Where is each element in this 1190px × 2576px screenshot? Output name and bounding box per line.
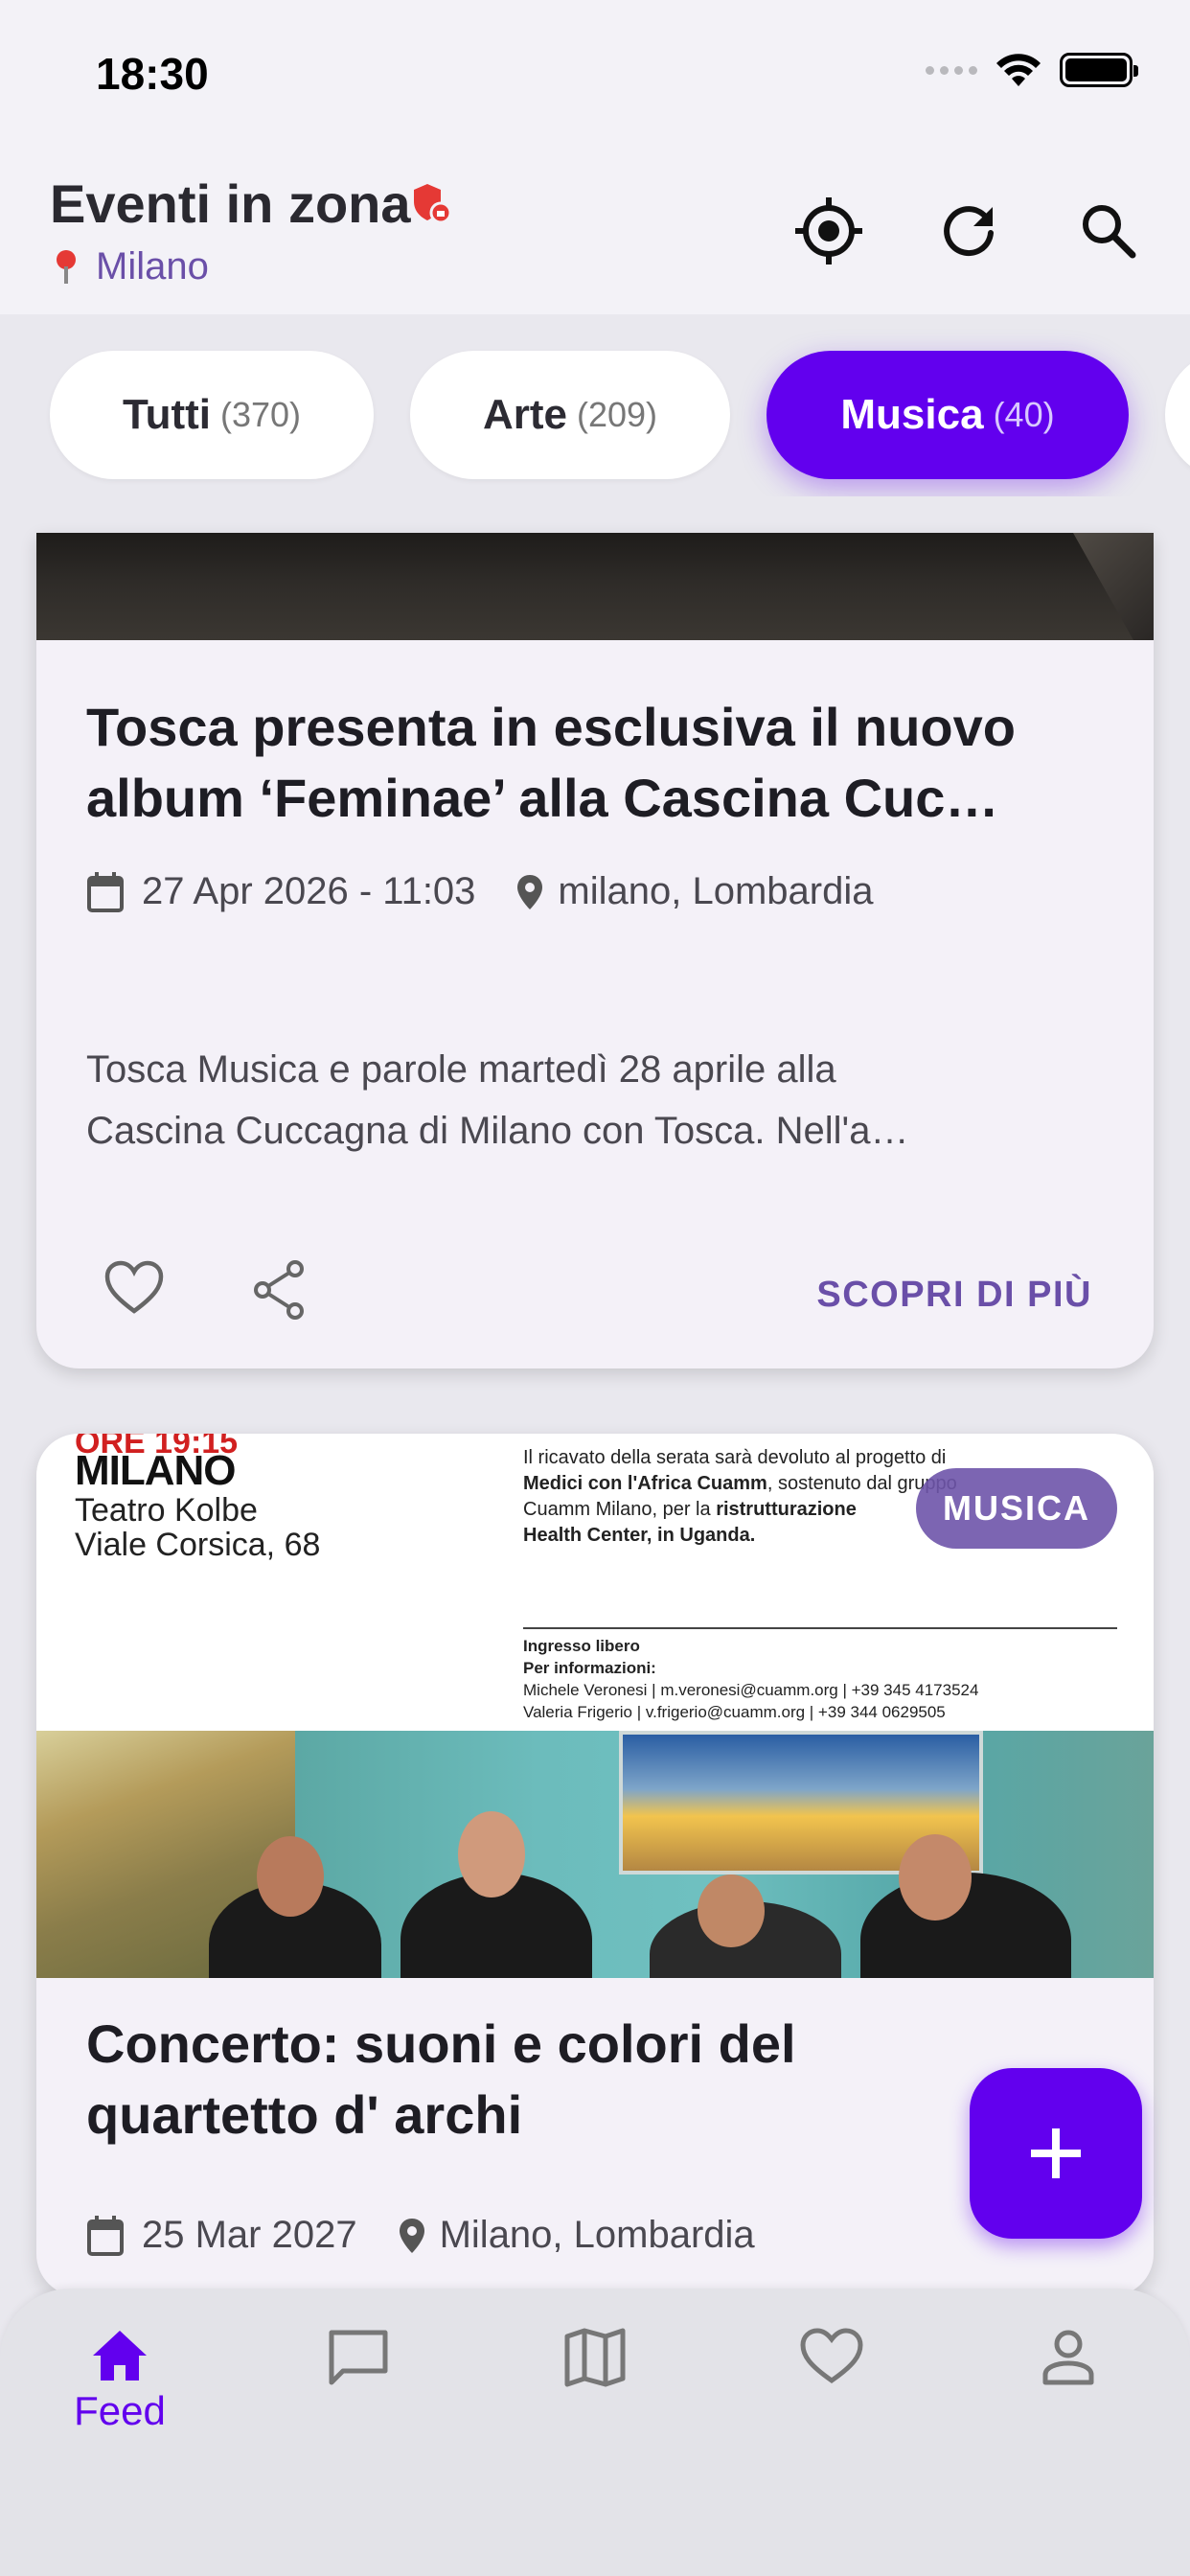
event-meta: 25 Mar 2027 Milano, Lombardia [86, 2214, 755, 2257]
chip-label: Arte [482, 391, 567, 438]
app-header: Eventi in zona Milano [0, 153, 1190, 314]
filter-chip-arte[interactable]: Arte (209) [410, 351, 730, 479]
pin-icon [57, 249, 76, 284]
poster-divider [523, 1627, 1117, 1629]
share-button[interactable] [251, 1259, 309, 1325]
filter-chip-tutti[interactable]: Tutti (370) [50, 351, 374, 479]
map-icon [564, 2328, 626, 2387]
event-photo [36, 1731, 1154, 1978]
status-bar: 18:30 [0, 0, 1190, 153]
chip-count: (40) [993, 395, 1055, 434]
chip-count: (370) [219, 395, 302, 434]
event-title: Concerto: suoni e colori del quartetto d… [86, 2013, 796, 2145]
search-button[interactable] [1065, 188, 1152, 274]
nav-item-map[interactable] [518, 2327, 672, 2388]
nav-label: Feed [74, 2388, 166, 2433]
status-icons [926, 52, 1138, 88]
nav-item-feed[interactable]: Feed [43, 2327, 196, 2434]
plus-icon [1031, 2128, 1081, 2178]
event-image [36, 533, 1154, 640]
location-pin-icon [399, 2218, 424, 2253]
wifi-icon [996, 54, 1041, 86]
location-selector[interactable]: Milano [54, 245, 209, 288]
signal-icon [926, 65, 977, 75]
location-label: Milano [96, 245, 209, 288]
locate-icon [795, 197, 862, 264]
nav-item-profile[interactable] [992, 2327, 1145, 2386]
event-location: milano, Lombardia [558, 870, 874, 912]
discover-more-button[interactable]: SCOPRI DI PIÙ [816, 1275, 1092, 1316]
poster-info: Ingresso libero Per informazioni: Michel… [523, 1637, 979, 1721]
poster-city: MILANO [75, 1447, 237, 1494]
refresh-icon [944, 206, 994, 257]
event-title: Tosca presenta in esclusiva il nuovo alb… [86, 697, 1016, 828]
favorite-button[interactable] [103, 1259, 165, 1322]
nav-item-favorites[interactable] [755, 2327, 908, 2386]
event-date: 27 Apr 2026 - 11:03 [142, 870, 476, 912]
add-event-button[interactable] [970, 2068, 1142, 2239]
home-icon [93, 2331, 147, 2380]
event-description: Tosca Musica e parole martedì 28 aprile … [86, 1048, 909, 1152]
location-pin-icon [517, 874, 543, 909]
refresh-button[interactable] [926, 188, 1012, 274]
event-card[interactable]: Tosca presenta in esclusiva il nuovo alb… [36, 533, 1154, 1368]
chat-icon [329, 2330, 388, 2385]
category-badge: MUSICA [916, 1468, 1117, 1549]
event-poster: ORE 19:15 MILANO Teatro Kolbe Viale Cors… [36, 1434, 1154, 1731]
heart-outline-icon [104, 1260, 164, 1314]
search-icon [1083, 205, 1136, 259]
filter-chip-next[interactable] [1165, 351, 1190, 479]
profile-icon [1042, 2330, 1094, 2385]
bottom-navigation: Feed [0, 2288, 1190, 2576]
filter-chip-musica[interactable]: Musica (40) [767, 351, 1129, 479]
page-title: Eventi in zona [50, 173, 411, 234]
chip-label: Tutti [122, 391, 211, 438]
header-actions [786, 188, 1152, 274]
alert-badge-icon [414, 184, 452, 224]
calendar-icon [87, 2215, 124, 2256]
nav-item-chat[interactable] [282, 2327, 435, 2388]
calendar-icon [87, 871, 124, 912]
card-actions: SCOPRI DI PIÙ [36, 1248, 1154, 1344]
filter-chips: Tutti (370) Arte (209) Musica (40) [0, 314, 1190, 496]
status-time: 18:30 [96, 49, 209, 99]
share-icon [254, 1260, 304, 1320]
event-meta: 27 Apr 2026 - 11:03 milano, Lombardia [86, 870, 873, 913]
event-date: 25 Mar 2027 [142, 2214, 357, 2256]
chip-count: (209) [576, 395, 658, 434]
heart-icon [800, 2328, 863, 2384]
locate-button[interactable] [786, 188, 872, 274]
poster-venue: Teatro Kolbe Viale Corsica, 68 [75, 1492, 321, 1563]
battery-icon [1060, 53, 1138, 87]
event-location: Milano, Lombardia [439, 2214, 755, 2256]
chip-label: Musica [840, 391, 984, 438]
